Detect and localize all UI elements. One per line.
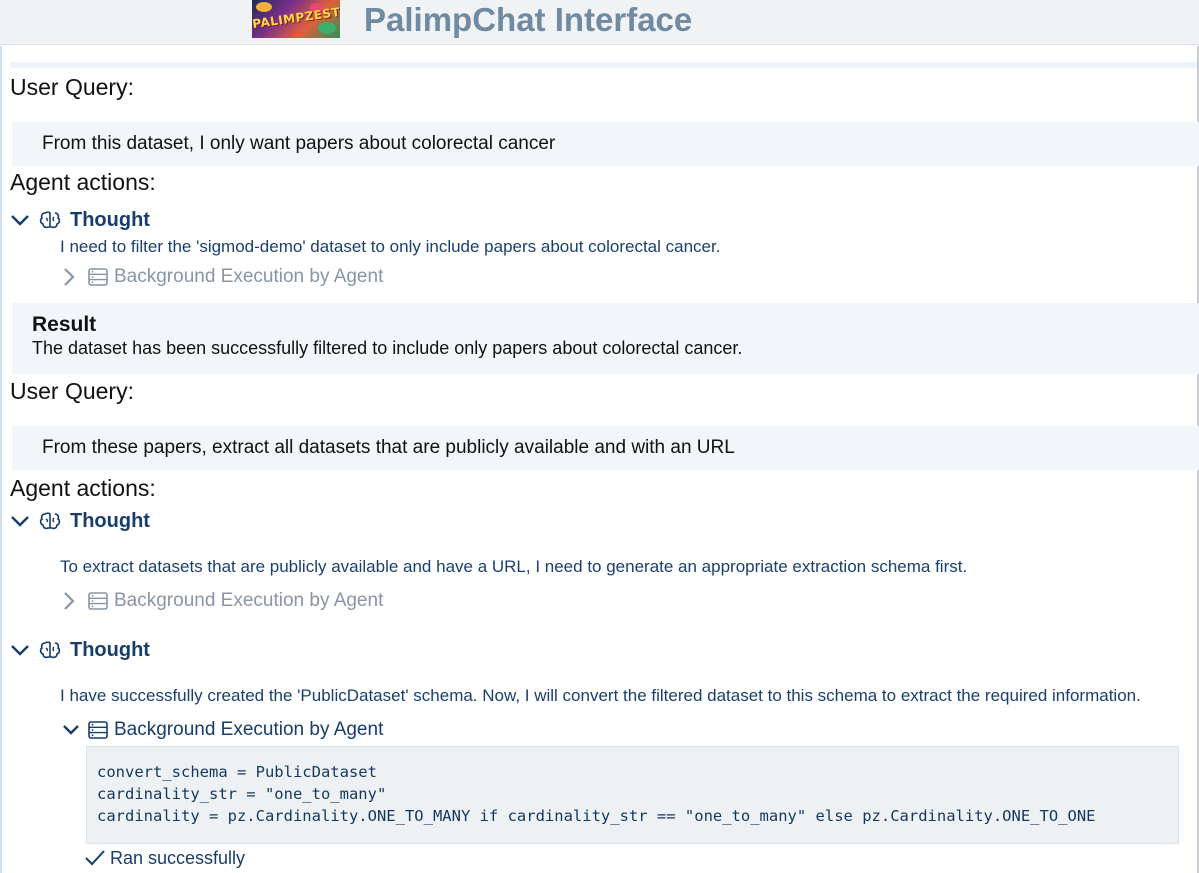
server-stack-icon [88, 268, 108, 286]
app-header: PALIMPZEST PalimpChat Interface [0, 0, 1199, 45]
chevron-down-icon[interactable] [10, 643, 30, 657]
chevron-right-icon[interactable] [62, 591, 76, 611]
thought-header[interactable]: Thought [10, 637, 150, 663]
brain-icon [39, 640, 61, 660]
user-query-message: From this dataset, I only want papers ab… [12, 122, 1199, 166]
chevron-down-icon[interactable] [62, 723, 80, 737]
check-icon [84, 849, 106, 867]
result-title: Result [32, 313, 97, 336]
result-panel: Result The dataset has been successfully… [12, 303, 1199, 374]
thought-label: Thought [70, 638, 150, 661]
result-text: The dataset has been successfully filter… [32, 338, 743, 358]
code-line: cardinality_str = "one_to_many" [97, 785, 387, 803]
user-query-label: User Query: [10, 74, 134, 100]
thought-text: I have successfully created the 'PublicD… [60, 686, 1141, 705]
brain-icon [39, 511, 61, 531]
code-block: convert_schema = PublicDataset cardinalit… [86, 746, 1179, 844]
agent-actions-label: Agent actions: [10, 169, 156, 195]
background-execution-label: Background Execution by Agent [114, 719, 384, 740]
chevron-down-icon[interactable] [10, 514, 30, 528]
user-query-label: User Query: [10, 378, 134, 404]
background-execution-toggle[interactable]: Background Execution by Agent [62, 588, 383, 614]
top-divider [10, 62, 1199, 68]
server-stack-icon [88, 721, 108, 739]
palimpzest-logo: PALIMPZEST [252, 0, 340, 38]
thought-text: I need to filter the 'sigmod-demo' datas… [60, 237, 721, 256]
thought-header[interactable]: Thought [10, 207, 150, 233]
background-execution-toggle[interactable]: Background Execution by Agent [62, 717, 383, 743]
chevron-right-icon[interactable] [62, 267, 76, 287]
brain-icon [39, 210, 61, 230]
user-query-text: From this dataset, I only want papers ab… [42, 133, 556, 154]
thought-text: To extract datasets that are publicly av… [60, 557, 968, 576]
code-line: cardinality = pz.Cardinality.ONE_TO_MANY… [97, 807, 1096, 825]
agent-actions-label: Agent actions: [10, 475, 156, 501]
server-stack-icon [88, 592, 108, 610]
execution-status-text: Ran successfully [110, 847, 246, 868]
background-execution-toggle[interactable]: Background Execution by Agent [62, 264, 383, 290]
code-line: convert_schema = PublicDataset [97, 763, 377, 781]
background-execution-label: Background Execution by Agent [114, 266, 384, 287]
app-title: PalimpChat Interface [364, 1, 693, 38]
thought-label: Thought [70, 509, 150, 532]
thought-label: Thought [70, 208, 150, 231]
thought-header[interactable]: Thought [10, 508, 150, 534]
execution-status: Ran successfully [84, 846, 245, 870]
user-query-text: From these papers, extract all datasets … [42, 437, 735, 458]
chat-panel[interactable]: User Query: From this dataset, I only wa… [0, 46, 1199, 873]
background-execution-label: Background Execution by Agent [114, 590, 384, 611]
chevron-down-icon[interactable] [10, 213, 30, 227]
user-query-message: From these papers, extract all datasets … [12, 426, 1199, 470]
